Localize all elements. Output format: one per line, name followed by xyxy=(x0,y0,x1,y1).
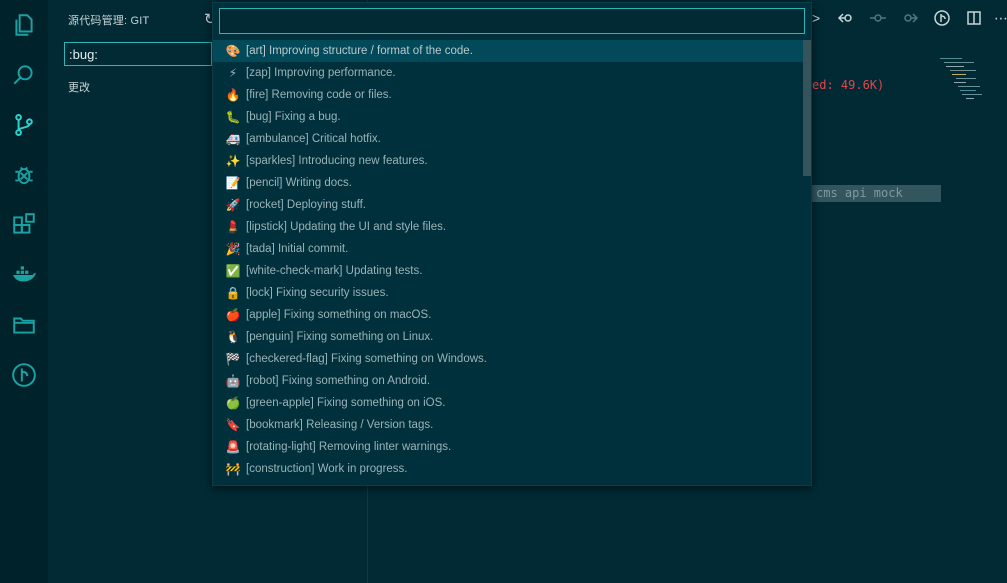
quick-pick-item[interactable]: 🚑 [ambulance] Critical hotfix. xyxy=(213,128,803,150)
quick-pick-item-label: [checkered-flag] Fixing something on Win… xyxy=(246,353,487,365)
gitmoji-icon: 🐛 xyxy=(225,110,241,124)
quick-pick-item-label: [white-check-mark] Updating tests. xyxy=(246,265,423,277)
gitmoji-icon: 🔖 xyxy=(225,418,241,432)
gitmoji-icon: 🏁 xyxy=(225,352,241,366)
activity-bar xyxy=(0,0,48,583)
quick-pick-scrollbar[interactable] xyxy=(803,40,811,176)
quick-pick-item[interactable]: 🍏 [green-apple] Fixing something on iOS. xyxy=(213,392,803,414)
quick-pick-item[interactable]: ⚡ [zap] Improving performance. xyxy=(213,62,803,84)
quick-pick-item-label: [apple] Fixing something on macOS. xyxy=(246,309,432,321)
gitmoji-quick-pick: 🎨 [art] Improving structure / format of t… xyxy=(212,2,812,486)
quick-pick-item-label: [bug] Fixing a bug. xyxy=(246,111,341,123)
terminal-output-line: ed: 49.6K) xyxy=(812,78,885,92)
quick-pick-item-label: [fire] Removing code or files. xyxy=(246,89,392,101)
source-control-icon[interactable] xyxy=(9,110,39,140)
gitmoji-icon: 🎨 xyxy=(225,44,241,58)
changes-label: 更改 xyxy=(68,82,90,94)
quick-pick-item-label: [construction] Work in progress. xyxy=(246,463,408,475)
minimap[interactable] xyxy=(940,56,988,102)
commit-node-icon[interactable] xyxy=(868,8,888,28)
quick-pick-item[interactable]: 🤖 [robot] Fixing something on Android. xyxy=(213,370,803,392)
quick-pick-item-label: [robot] Fixing something on Android. xyxy=(246,375,431,387)
quick-pick-item[interactable]: ✨ [sparkles] Introducing new features. xyxy=(213,150,803,172)
quick-pick-input[interactable] xyxy=(219,8,805,34)
gitmoji-icon: 📝 xyxy=(225,176,241,190)
quick-pick-item-label: [pencil] Writing docs. xyxy=(246,177,352,189)
gitmoji-icon: 🚨 xyxy=(225,440,241,454)
quick-pick-item[interactable]: 💄 [lipstick] Updating the UI and style fi… xyxy=(213,216,803,238)
gitmoji-icon: ⚡ xyxy=(228,66,238,80)
quick-pick-item-label: [sparkles] Introducing new features. xyxy=(246,155,428,167)
quick-pick-item-label: [rocket] Deploying stuff. xyxy=(246,199,366,211)
quick-pick-item-label: [bookmark] Releasing / Version tags. xyxy=(246,419,434,431)
gitmoji-icon: ✅ xyxy=(225,264,241,278)
quick-pick-item[interactable]: 🐛 [bug] Fixing a bug. xyxy=(213,106,803,128)
gitmoji-icon: 🔒 xyxy=(225,286,241,300)
git-compare-icon[interactable] xyxy=(932,8,952,28)
go-back-icon[interactable] xyxy=(836,8,856,28)
quick-pick-item[interactable]: 🐧 [penguin] Fixing something on Linux. xyxy=(213,326,803,348)
gitmoji-icon: 🚧 xyxy=(225,462,241,476)
quick-pick-item[interactable]: 🎉 [tada] Initial commit. xyxy=(213,238,803,260)
quick-pick-item[interactable]: ✅ [white-check-mark] Updating tests. xyxy=(213,260,803,282)
gitmoji-icon: 🔥 xyxy=(225,88,241,102)
explorer-icon[interactable] xyxy=(9,10,39,40)
git-graph-icon[interactable] xyxy=(9,360,39,390)
gitmoji-icon: 🤖 xyxy=(225,374,241,388)
docker-icon[interactable] xyxy=(9,260,39,290)
sidebar-title: 源代码管理: GIT xyxy=(68,15,150,27)
commit-message-input[interactable] xyxy=(64,42,212,66)
gitmoji-icon: 🚀 xyxy=(225,198,241,212)
gitmoji-icon: 🚑 xyxy=(225,132,241,146)
quick-pick-item[interactable]: 🎨 [art] Improving structure / format of t… xyxy=(213,40,803,62)
quick-pick-item-label: [ambulance] Critical hotfix. xyxy=(246,133,381,145)
quick-pick-item[interactable]: 🔒 [lock] Fixing security issues. xyxy=(213,282,803,304)
quick-pick-item-label: [lock] Fixing security issues. xyxy=(246,287,389,299)
gitmoji-icon: 💄 xyxy=(225,220,241,234)
split-editor-icon[interactable] xyxy=(964,8,984,28)
terminal-highlight-line: cms api mock xyxy=(812,185,941,202)
gitmoji-icon: 🍎 xyxy=(225,308,241,322)
gitmoji-icon: 🐧 xyxy=(225,330,241,344)
gitmoji-icon: 🍏 xyxy=(225,396,241,410)
more-icon[interactable]: ⋯ xyxy=(994,8,1007,28)
chevron-right-icon[interactable]: > xyxy=(812,8,820,28)
quick-pick-item[interactable]: 🔥 [fire] Removing code or files. xyxy=(213,84,803,106)
folder-icon[interactable] xyxy=(9,310,39,340)
quick-pick-item-label: [rotating-light] Removing linter warning… xyxy=(246,441,452,453)
quick-pick-item[interactable]: 🍎 [apple] Fixing something on macOS. xyxy=(213,304,803,326)
quick-pick-item-label: [lipstick] Updating the UI and style fil… xyxy=(246,221,447,233)
quick-pick-item[interactable]: 🔖 [bookmark] Releasing / Version tags. xyxy=(213,414,803,436)
debug-icon[interactable] xyxy=(9,160,39,190)
quick-pick-item[interactable]: 🚀 [rocket] Deploying stuff. xyxy=(213,194,803,216)
quick-pick-item[interactable]: 🏁 [checkered-flag] Fixing something on Wi… xyxy=(213,348,803,370)
search-icon[interactable] xyxy=(9,60,39,90)
quick-pick-item-label: [penguin] Fixing something on Linux. xyxy=(246,331,434,343)
go-forward-icon[interactable] xyxy=(900,8,920,28)
gitmoji-icon: ✨ xyxy=(225,154,241,168)
quick-pick-item-label: [tada] Initial commit. xyxy=(246,243,349,255)
quick-pick-list: 🎨 [art] Improving structure / format of t… xyxy=(213,40,803,480)
quick-pick-item-label: [green-apple] Fixing something on iOS. xyxy=(246,397,446,409)
quick-pick-item-label: [art] Improving structure / format of th… xyxy=(246,45,473,57)
quick-pick-item[interactable]: 📝 [pencil] Writing docs. xyxy=(213,172,803,194)
gitmoji-icon: 🎉 xyxy=(225,242,241,256)
extensions-icon[interactable] xyxy=(9,210,39,240)
quick-pick-item[interactable]: 🚨 [rotating-light] Removing linter warnin… xyxy=(213,436,803,458)
quick-pick-item-label: [zap] Improving performance. xyxy=(246,67,396,79)
quick-pick-item[interactable]: 🚧 [construction] Work in progress. xyxy=(213,458,803,480)
